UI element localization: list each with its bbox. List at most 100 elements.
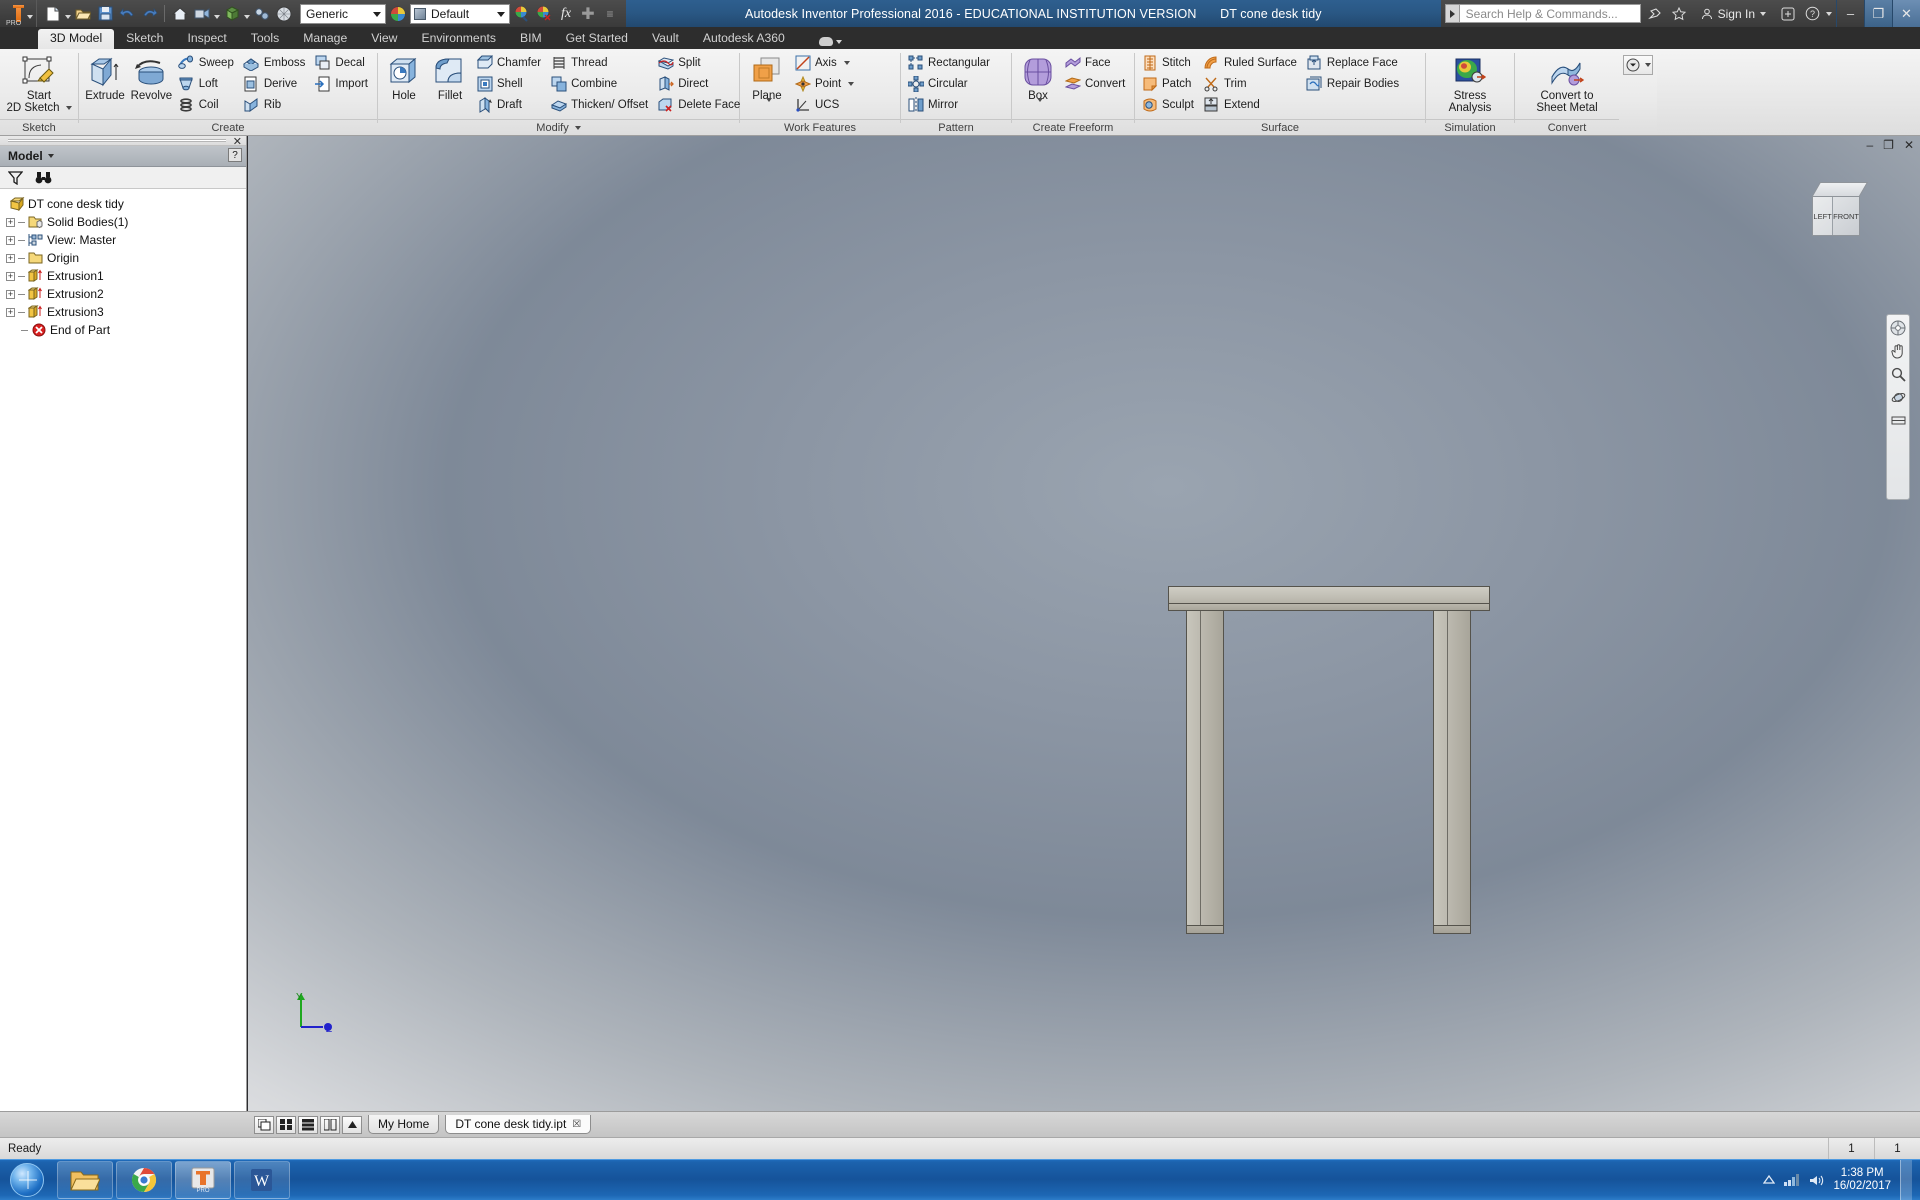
tile-windows-button[interactable] xyxy=(276,1115,296,1134)
tree-node-extrusion2[interactable]: + Extrusion2 xyxy=(6,285,246,303)
rectangular-pattern-button[interactable]: Rectangular xyxy=(905,53,995,73)
point-button[interactable]: Point xyxy=(792,74,859,94)
chevron-down-icon[interactable] xyxy=(765,98,772,114)
convert-button[interactable]: Convert xyxy=(1062,74,1130,94)
close-button[interactable]: ✕ xyxy=(1892,0,1920,27)
return-dropdown-chevron-icon[interactable] xyxy=(244,14,250,19)
return-block-icon[interactable] xyxy=(222,3,242,24)
viewport-close-button[interactable]: ✕ xyxy=(1904,138,1914,152)
binoculars-find-icon[interactable] xyxy=(35,171,52,185)
ruled-surface-button[interactable]: Ruled Surface xyxy=(1201,53,1302,73)
plus-icon[interactable]: ✚ xyxy=(578,3,598,24)
application-menu-button[interactable]: PRO xyxy=(0,0,36,27)
emboss-button[interactable]: Emboss xyxy=(241,53,311,73)
ucs-button[interactable]: UCS xyxy=(792,95,859,115)
expander-plus-icon[interactable]: + xyxy=(6,307,15,317)
tab-get-started[interactable]: Get Started xyxy=(554,29,640,49)
tab-bim[interactable]: BIM xyxy=(508,29,554,49)
extend-button[interactable]: Extend xyxy=(1201,95,1302,115)
help-dropdown-chevron-icon[interactable] xyxy=(1826,11,1832,16)
appearance-dropdown-chevron-icon[interactable] xyxy=(214,14,220,19)
sculpt-button[interactable]: Sculpt xyxy=(1139,95,1199,115)
extrude-button[interactable]: Extrude xyxy=(83,52,127,104)
new-document-icon[interactable] xyxy=(43,3,63,24)
tab-view[interactable]: View xyxy=(359,29,409,49)
tree-node-end-of-part[interactable]: End of Part xyxy=(6,321,246,339)
start-button[interactable] xyxy=(0,1160,54,1200)
material-combo[interactable]: Generic xyxy=(300,3,386,24)
app-exchange-icon[interactable] xyxy=(1778,4,1798,24)
thicken-offset-button[interactable]: Thicken/ Offset xyxy=(548,95,653,115)
expander-plus-icon[interactable]: + xyxy=(6,235,15,245)
import-button[interactable]: Import xyxy=(312,74,373,94)
tree-node-extrusion1[interactable]: + Extrusion1 xyxy=(6,267,246,285)
view-cube-left-label[interactable]: LEFT xyxy=(1813,197,1834,235)
browser-help-badge[interactable]: ? xyxy=(228,148,242,162)
document-tab-active[interactable]: DT cone desk tidy.ipt ☒ xyxy=(445,1115,592,1134)
network-icon[interactable] xyxy=(1784,1173,1800,1187)
decal-button[interactable]: Decal xyxy=(312,53,373,73)
restore-button[interactable]: ❐ xyxy=(1864,0,1892,27)
taskbar-inventor[interactable]: PRO xyxy=(175,1161,231,1199)
convert-to-sheet-metal-button[interactable]: Convert to Sheet Metal xyxy=(1531,52,1602,116)
zoom-magnifier-icon[interactable] xyxy=(1889,365,1907,383)
tab-environments[interactable]: Environments xyxy=(409,29,508,49)
plane-button[interactable]: Plane xyxy=(744,52,790,116)
document-tab-close-icon[interactable]: ☒ xyxy=(572,1119,581,1130)
open-folder-icon[interactable] xyxy=(73,3,93,24)
browser-drag-grip[interactable]: ✕ xyxy=(0,136,246,148)
chamfer-button[interactable]: Chamfer xyxy=(474,53,546,73)
draft-button[interactable]: Draft xyxy=(474,95,546,115)
material-sphere-icon[interactable] xyxy=(274,3,294,24)
volume-icon[interactable] xyxy=(1809,1174,1824,1187)
show-desktop-button[interactable] xyxy=(1900,1159,1912,1200)
viewport-minimize-button[interactable]: – xyxy=(1866,138,1873,152)
more-options-icon[interactable]: ≡ xyxy=(600,3,620,24)
document-tab-my-home[interactable]: My Home xyxy=(368,1115,440,1134)
a360-cloud-status-button[interactable] xyxy=(818,37,842,49)
taskbar-clock[interactable]: 1:38 PM 16/02/2017 xyxy=(1833,1167,1891,1193)
start-2d-sketch-button[interactable]: Start 2D Sketch xyxy=(4,52,74,116)
filter-funnel-icon[interactable] xyxy=(8,170,23,185)
circular-pattern-button[interactable]: Circular xyxy=(905,74,995,94)
taskbar-word[interactable]: W xyxy=(234,1161,290,1199)
view-cube-top-face[interactable] xyxy=(1812,182,1869,196)
tile-horizontal-button[interactable] xyxy=(298,1115,318,1134)
sweep-button[interactable]: Sweep xyxy=(176,53,239,73)
tab-vault[interactable]: Vault xyxy=(640,29,691,49)
stress-analysis-button[interactable]: Stress Analysis xyxy=(1444,52,1497,116)
minimize-button[interactable]: – xyxy=(1836,0,1864,27)
appearance-combo[interactable]: Default xyxy=(410,3,510,24)
tile-vertical-button[interactable] xyxy=(320,1115,340,1134)
face-button[interactable]: Face xyxy=(1062,53,1130,73)
derive-button[interactable]: Derive xyxy=(241,74,311,94)
tree-node-view-master[interactable]: + View: Master xyxy=(6,231,246,249)
direct-button[interactable]: Direct xyxy=(655,74,745,94)
hole-button[interactable]: Hole xyxy=(382,52,426,104)
redo-arrow-icon[interactable] xyxy=(139,3,159,24)
update-icon[interactable] xyxy=(252,3,272,24)
chevron-down-icon[interactable] xyxy=(843,61,850,65)
adjust-color-icon[interactable] xyxy=(512,3,532,24)
orbit-icon[interactable] xyxy=(1889,388,1907,406)
tab-inspect[interactable]: Inspect xyxy=(175,29,238,49)
split-button[interactable]: Split xyxy=(655,53,745,73)
tab-sketch[interactable]: Sketch xyxy=(114,29,175,49)
delete-face-button[interactable]: Delete Face xyxy=(655,95,745,115)
ribbon-overflow-button[interactable] xyxy=(1623,55,1653,75)
shell-button[interactable]: Shell xyxy=(474,74,546,94)
graphics-viewport[interactable]: – ❐ ✕ LEFT FRONT Y Z xyxy=(248,136,1920,1111)
undo-arrow-icon[interactable] xyxy=(117,3,137,24)
scroll-up-button[interactable] xyxy=(342,1115,362,1134)
tab-tools[interactable]: Tools xyxy=(239,29,291,49)
expander-plus-icon[interactable]: + xyxy=(6,217,15,227)
desk-model-3d[interactable] xyxy=(1168,586,1490,934)
taskbar-file-explorer[interactable] xyxy=(57,1161,113,1199)
show-hidden-icons-button[interactable] xyxy=(1763,1175,1776,1185)
search-expander-button[interactable] xyxy=(1444,4,1459,23)
coil-button[interactable]: Coil xyxy=(176,95,239,115)
chevron-down-icon[interactable] xyxy=(47,154,54,158)
tree-node-extrusion3[interactable]: + Extrusion3 xyxy=(6,303,246,321)
tree-node-solid-bodies[interactable]: + Solid Bodies(1) xyxy=(6,213,246,231)
taskbar-chrome[interactable] xyxy=(116,1161,172,1199)
